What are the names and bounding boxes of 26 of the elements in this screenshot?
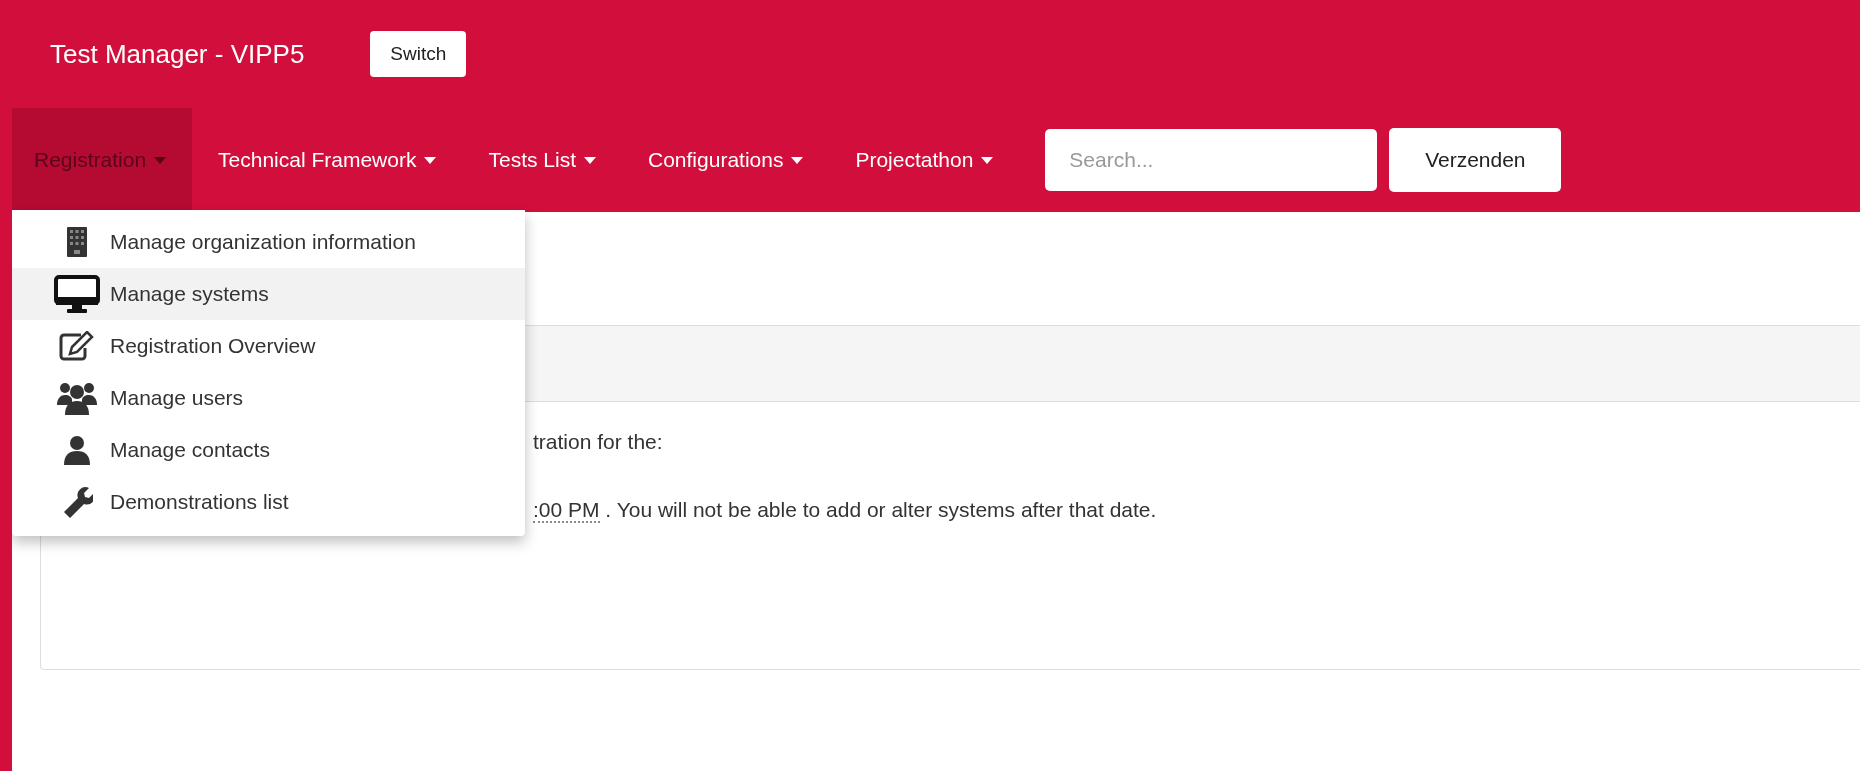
deadline-text: :00 PM . You will not be able to add or alter systems after that date. (533, 498, 1158, 522)
dropdown-menu-item[interactable]: Demonstrations list (12, 476, 525, 528)
nav-menu-item[interactable]: Tests List (462, 108, 622, 212)
caret-icon (154, 156, 167, 164)
users-icon (57, 381, 97, 415)
caret-icon (424, 156, 437, 164)
app-title: Test Manager - VIPP5 (50, 38, 305, 70)
registration-text: tration for the: (533, 430, 664, 454)
dropdown-menu-item[interactable]: Manage contacts (12, 424, 525, 476)
edit-icon (59, 331, 95, 361)
dropdown-menu-item[interactable]: Registration Overview (12, 320, 525, 372)
monitor-icon (54, 275, 100, 313)
user-icon (62, 435, 92, 465)
search-field[interactable]: Search... (1045, 129, 1378, 191)
switch-button[interactable]: Switch (370, 31, 467, 77)
dropdown-menu-item[interactable]: Manage organization information (12, 216, 525, 268)
submit-button[interactable]: Verzenden (1389, 128, 1562, 192)
nav-menu-item[interactable]: Technical Framework (192, 108, 463, 212)
nav-menu-item[interactable]: Projectathon (829, 108, 1020, 212)
caret-icon (584, 156, 596, 164)
caret-icon (791, 156, 804, 164)
nav-menu-item[interactable]: Configurations (622, 108, 830, 212)
caret-icon (981, 156, 994, 164)
dropdown-menu-item[interactable]: Manage users (12, 372, 525, 424)
building-icon (66, 227, 88, 257)
dropdown-menu-item[interactable]: Manage systems (12, 268, 525, 320)
